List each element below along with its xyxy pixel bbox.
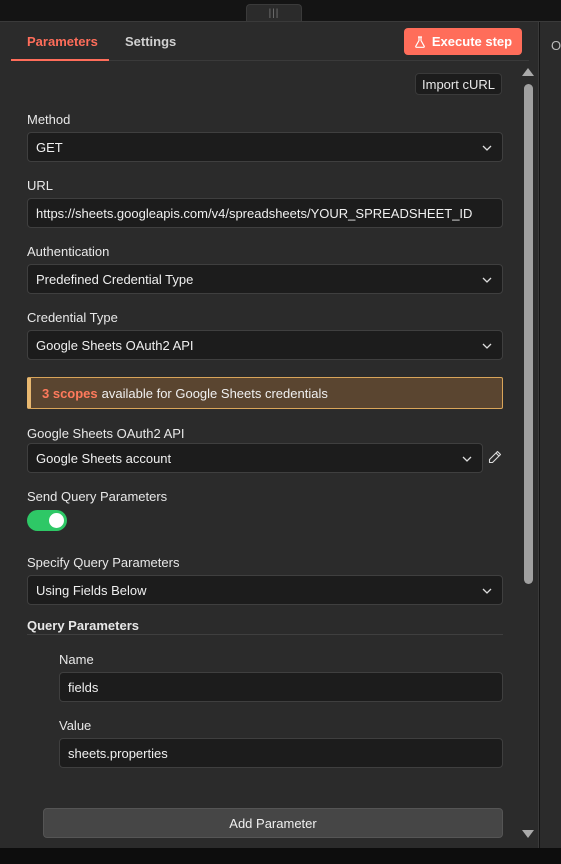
method-label: Method <box>27 112 71 127</box>
param-name-value: fields <box>68 679 99 695</box>
execute-step-label: Execute step <box>431 34 513 49</box>
oauth-credential-label: Google Sheets OAuth2 API <box>27 426 185 441</box>
oauth-credential-value: Google Sheets account <box>36 450 172 466</box>
credential-type-label: Credential Type <box>27 310 118 325</box>
chevron-down-icon <box>482 343 492 349</box>
param-value-label: Value <box>59 718 92 733</box>
bottom-bar <box>0 848 561 864</box>
tab-parameters[interactable]: Parameters <box>27 34 98 49</box>
execute-step-button[interactable]: Execute step <box>404 28 522 55</box>
panel-drag-handle[interactable]: ||| <box>246 4 302 22</box>
tab-settings[interactable]: Settings <box>125 34 176 49</box>
param-name-input[interactable]: fields <box>59 672 503 702</box>
node-parameters-panel: Parameters Settings Execute step Import … <box>0 22 539 848</box>
oauth-credential-select[interactable]: Google Sheets account <box>27 443 483 473</box>
authentication-select[interactable]: Predefined Credential Type <box>27 264 503 294</box>
method-value: GET <box>36 139 63 155</box>
chevron-down-icon <box>482 588 492 594</box>
send-query-label: Send Query Parameters <box>27 489 168 504</box>
param-value-input[interactable]: sheets.properties <box>59 738 503 768</box>
active-tab-indicator <box>11 59 109 61</box>
specify-query-select[interactable]: Using Fields Below <box>27 575 503 605</box>
credential-type-select[interactable]: Google Sheets OAuth2 API <box>27 330 503 360</box>
specify-query-label: Specify Query Parameters <box>27 555 180 570</box>
chevron-down-icon <box>462 456 472 462</box>
credential-type-value: Google Sheets OAuth2 API <box>36 337 194 353</box>
scroll-up-arrow[interactable] <box>522 68 534 76</box>
flask-icon <box>414 35 425 48</box>
param-value-value: sheets.properties <box>68 745 168 761</box>
output-panel-edge: O <box>540 22 561 848</box>
url-label: URL <box>27 178 54 193</box>
query-parameters-divider <box>27 634 503 635</box>
chevron-down-icon <box>482 145 492 151</box>
edit-credential-icon[interactable] <box>488 450 502 464</box>
toggle-knob <box>49 513 64 528</box>
authentication-label: Authentication <box>27 244 110 259</box>
scopes-notice-text: available for Google Sheets credentials <box>101 385 328 401</box>
method-select[interactable]: GET <box>27 132 503 162</box>
authentication-value: Predefined Credential Type <box>36 271 194 287</box>
import-curl-button[interactable]: Import cURL <box>415 73 502 95</box>
url-input[interactable]: https://sheets.googleapis.com/v4/spreads… <box>27 198 503 228</box>
send-query-toggle[interactable] <box>27 510 67 531</box>
url-value: https://sheets.googleapis.com/v4/spreads… <box>36 205 473 221</box>
add-parameter-button[interactable]: Add Parameter <box>43 808 503 838</box>
scopes-notice: 3 scopes available for Google Sheets cre… <box>27 377 503 409</box>
scopes-link[interactable]: 3 scopes <box>42 386 98 401</box>
param-name-label: Name <box>59 652 94 667</box>
query-parameters-heading: Query Parameters <box>27 618 140 633</box>
output-panel-label: O <box>551 38 561 53</box>
scroll-down-arrow[interactable] <box>522 830 534 838</box>
chevron-down-icon <box>482 277 492 283</box>
specify-query-value: Using Fields Below <box>36 582 147 598</box>
scrollbar-thumb[interactable] <box>524 84 533 584</box>
